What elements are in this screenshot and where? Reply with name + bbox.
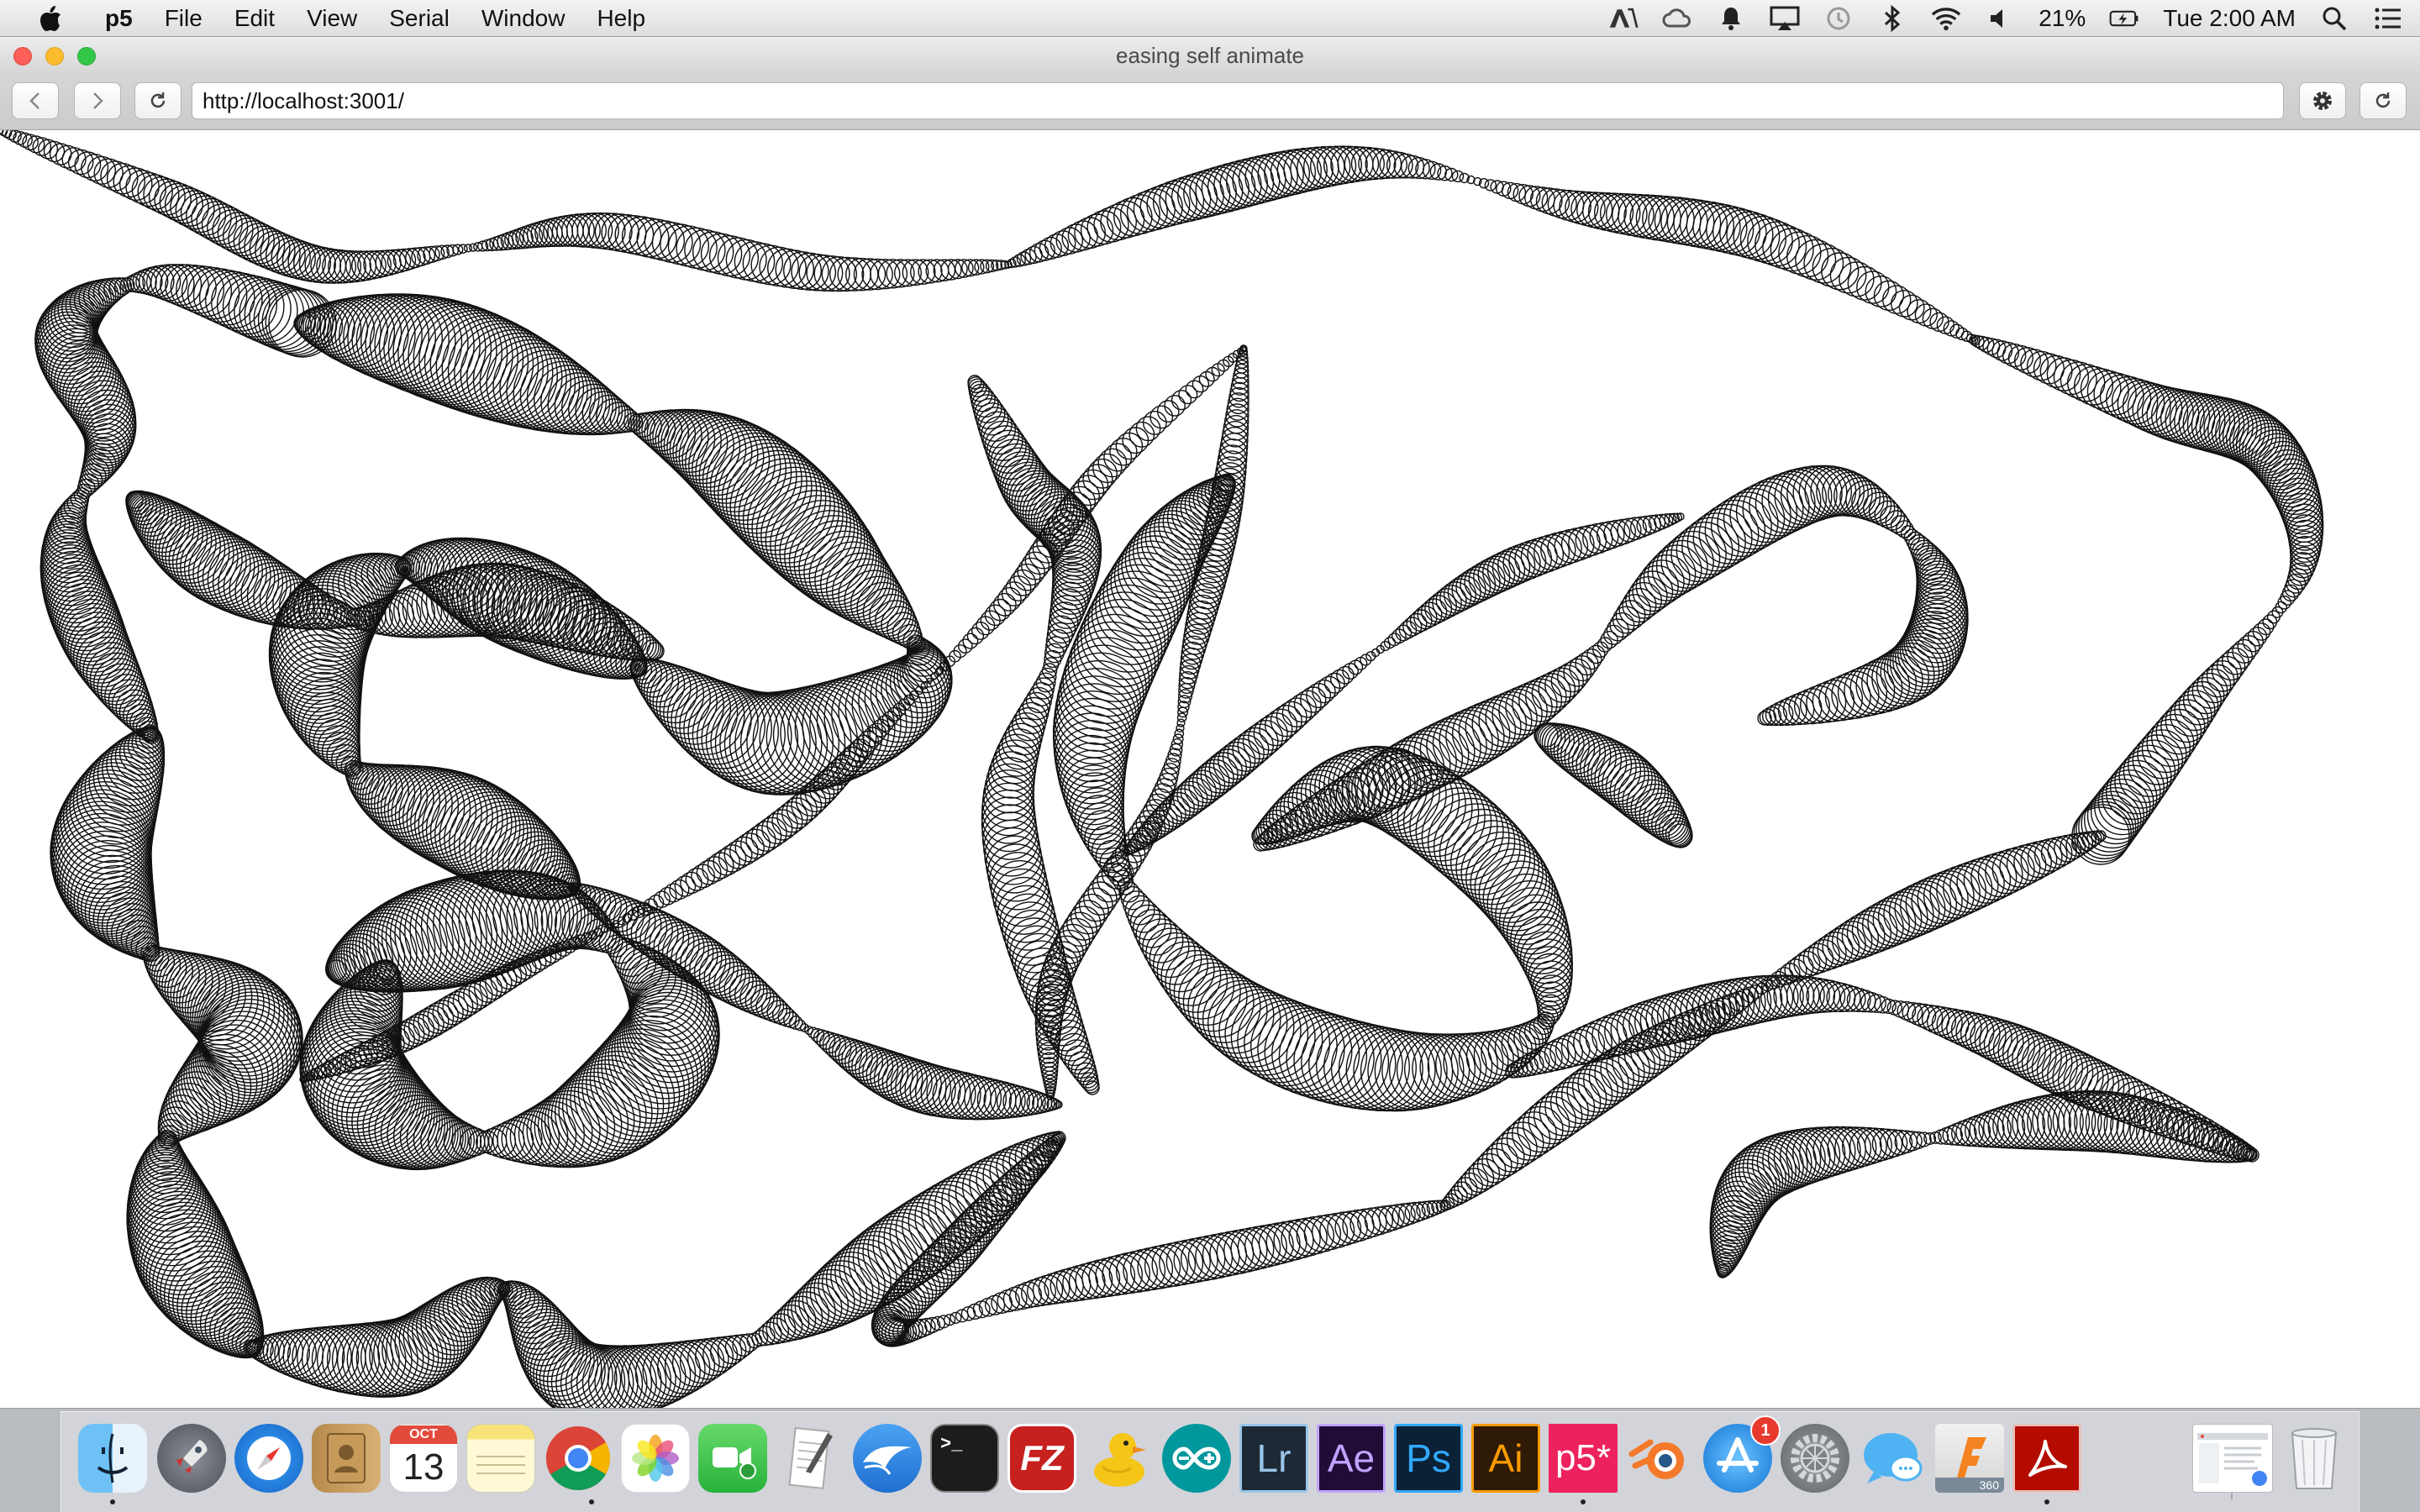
menu-view[interactable]: View: [291, 0, 373, 37]
spotlight-search-icon[interactable]: [2319, 3, 2349, 34]
p5-glyph: p5*: [1555, 1437, 1612, 1478]
after-effects-icon[interactable]: Ae: [1317, 1424, 1386, 1493]
downloads-stack-icon[interactable]: [2192, 1424, 2273, 1493]
settings-button[interactable]: [2299, 82, 2346, 119]
bluetooth-icon[interactable]: [1877, 3, 1907, 34]
messages-icon[interactable]: [1858, 1424, 1927, 1493]
mail-icon[interactable]: [853, 1424, 922, 1493]
chrome-running-indicator: [589, 1499, 594, 1504]
finder-icon[interactable]: [78, 1424, 147, 1493]
system-preferences-icon[interactable]: [1781, 1424, 1849, 1493]
lightroom-glyph: Lr: [1256, 1436, 1292, 1480]
chevron-right-icon: [93, 92, 103, 109]
battery-percent: 21%: [2039, 5, 2086, 31]
wifi-icon[interactable]: [1931, 3, 1961, 34]
calendar-month: OCT: [390, 1425, 457, 1444]
filezilla-icon[interactable]: FZ: [1007, 1424, 1076, 1493]
notification-center-icon[interactable]: [2373, 3, 2403, 34]
illustrator-icon[interactable]: Ai: [1471, 1424, 1540, 1493]
photoshop-glyph: Ps: [1406, 1436, 1451, 1480]
fusion-360-label: 360: [1935, 1478, 2004, 1493]
menu-window[interactable]: Window: [466, 0, 581, 37]
notification-bell-icon[interactable]: [1716, 3, 1746, 34]
menu-clock[interactable]: Tue 2:00 AM: [2163, 5, 2296, 32]
p5-icon[interactable]: p5*: [1549, 1424, 1618, 1493]
adobe-status-icon[interactable]: [1608, 3, 1639, 34]
photos-icon[interactable]: [621, 1424, 690, 1493]
acrobat-icon[interactable]: [2012, 1424, 2081, 1493]
airplay-icon[interactable]: [1770, 3, 1800, 34]
terminal-icon[interactable]: >_: [930, 1424, 999, 1493]
app-store-badge: 1: [1750, 1415, 1781, 1446]
battery-icon[interactable]: [2109, 3, 2139, 34]
apple-menu-icon[interactable]: [34, 2, 67, 35]
menu-help[interactable]: Help: [581, 0, 661, 37]
chevron-left-icon: [29, 92, 39, 109]
circle-trails: [0, 130, 2324, 1408]
browser-window: easing self animate http://localhost:300…: [0, 37, 2420, 1408]
forward-button[interactable]: [74, 82, 121, 119]
cyberduck-icon[interactable]: [1085, 1424, 1154, 1493]
trash-icon[interactable]: [2280, 1424, 2349, 1493]
time-machine-icon[interactable]: [1823, 3, 1854, 34]
blender-icon[interactable]: [1626, 1424, 1695, 1493]
creative-cloud-icon[interactable]: [1662, 3, 1692, 34]
browser-toolbar: http://localhost:3001/: [0, 74, 2420, 130]
gear-icon: [2313, 92, 2332, 110]
menu-bar: p5 File Edit View Serial Window Help 21%: [0, 0, 2420, 37]
acrobat-running-indicator: [2044, 1499, 2049, 1504]
app-menu-p5[interactable]: p5: [89, 0, 149, 37]
refresh-page-button[interactable]: [2360, 82, 2407, 119]
url-field[interactable]: http://localhost:3001/: [192, 82, 2284, 119]
reload-button[interactable]: [134, 82, 182, 119]
arduino-icon[interactable]: [1162, 1424, 1231, 1493]
refresh-icon: [2375, 92, 2391, 108]
app-store-icon[interactable]: 1: [1703, 1415, 1781, 1493]
contacts-icon[interactable]: [312, 1424, 381, 1493]
status-area: 21% Tue 2:00 AM: [1608, 0, 2403, 37]
window-title: easing self animate: [1115, 43, 1305, 68]
chrome-icon[interactable]: [544, 1424, 613, 1493]
dock: OCT 13 >_ FZ Lr Ae Ps Ai p5* 1 360: [60, 1411, 2360, 1512]
terminal-glyph: >_: [940, 1434, 963, 1455]
finder-running-indicator: [110, 1499, 115, 1504]
after-effects-glyph: Ae: [1327, 1436, 1376, 1480]
calendar-icon[interactable]: OCT 13: [389, 1424, 458, 1493]
illustrator-glyph: Ai: [1488, 1436, 1523, 1480]
calendar-day: 13: [402, 1446, 445, 1488]
filezilla-glyph: FZ: [1020, 1438, 1064, 1478]
p5-running-indicator: [1581, 1499, 1586, 1504]
menu-file[interactable]: File: [149, 0, 218, 37]
sketch-canvas-area[interactable]: [0, 130, 2420, 1408]
lightroom-icon[interactable]: Lr: [1239, 1424, 1308, 1493]
reload-icon: [150, 92, 166, 108]
facetime-icon[interactable]: [698, 1424, 767, 1493]
photoshop-icon[interactable]: Ps: [1394, 1424, 1463, 1493]
volume-icon[interactable]: [1985, 3, 2015, 34]
back-button[interactable]: [12, 82, 59, 119]
notes-icon[interactable]: [466, 1424, 535, 1493]
easing-circles-sketch[interactable]: [0, 130, 2420, 1408]
safari-icon[interactable]: [234, 1424, 303, 1493]
launchpad-icon[interactable]: [157, 1424, 226, 1493]
window-titlebar[interactable]: easing self animate: [0, 37, 2420, 74]
menu-edit[interactable]: Edit: [218, 0, 291, 37]
textedit-icon[interactable]: [776, 1424, 844, 1493]
menu-serial[interactable]: Serial: [373, 0, 466, 37]
fusion-360-icon[interactable]: 360: [1935, 1424, 2004, 1493]
